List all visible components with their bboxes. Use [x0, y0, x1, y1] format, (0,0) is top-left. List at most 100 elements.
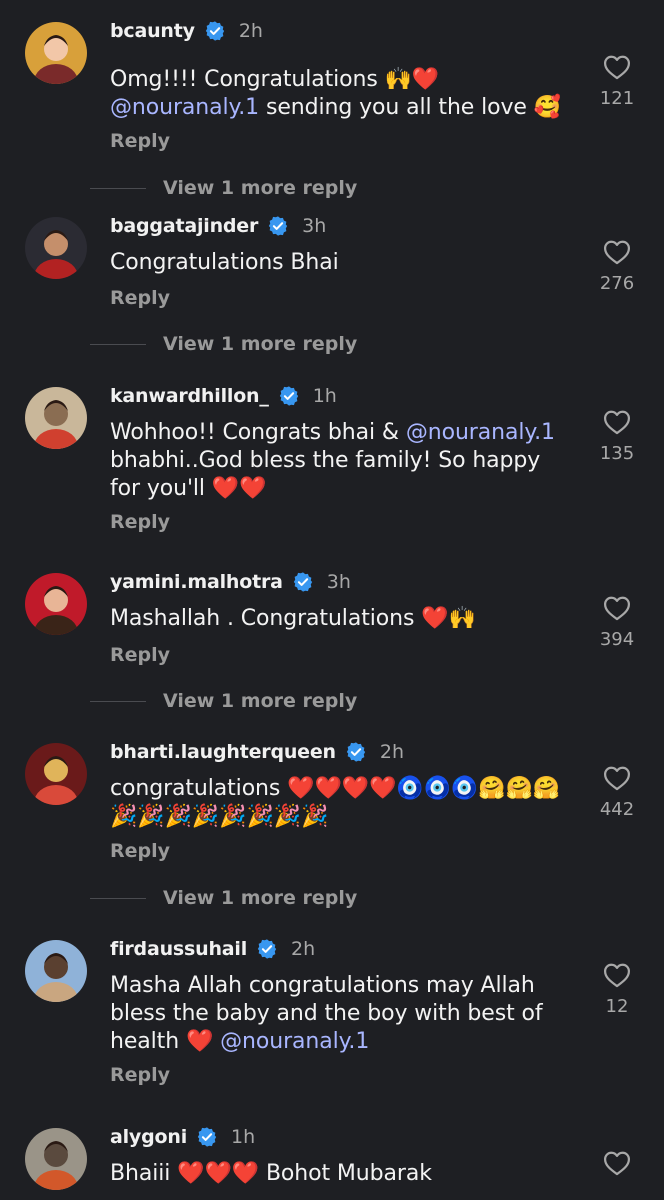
- comment-header: yamini.malhotra 3h: [110, 569, 351, 595]
- avatar[interactable]: [25, 743, 87, 805]
- username-link[interactable]: bharti.laughterqueen: [110, 741, 336, 763]
- avatar[interactable]: [25, 940, 87, 1002]
- reply-button[interactable]: Reply: [110, 130, 170, 152]
- comment-text-part: 🙌: [448, 606, 476, 631]
- avatar[interactable]: [25, 22, 87, 84]
- comment-text-part: bhabhi..God bless the family! So happy f…: [110, 448, 541, 501]
- view-more-replies-label: View 1 more reply: [163, 177, 358, 199]
- avatar[interactable]: [25, 217, 87, 279]
- comment-text: Omg!!!! Congratulations 🙌❤️@nouranaly.1 …: [110, 66, 572, 122]
- comment-text-part: Bohot Mubarak: [259, 1161, 432, 1186]
- username-link[interactable]: kanwardhillon_: [110, 385, 269, 407]
- thread-line: [90, 700, 146, 702]
- thread-line: [90, 343, 146, 345]
- view-more-replies-label: View 1 more reply: [163, 887, 358, 909]
- heart-emoji: ❤️: [411, 67, 440, 92]
- comment-header: baggatajinder 3h: [110, 213, 326, 239]
- username-link[interactable]: bcaunty: [110, 20, 195, 42]
- comment-header: alygoni 1h: [110, 1124, 255, 1150]
- verified-badge-icon: [204, 20, 226, 42]
- comment-time: 1h: [312, 385, 337, 407]
- reply-button[interactable]: Reply: [110, 511, 170, 533]
- comment-time: 2h: [291, 938, 316, 960]
- view-more-replies-button[interactable]: View 1 more reply: [90, 175, 357, 201]
- thread-line: [90, 187, 146, 189]
- comment-text: Congratulations Bhai: [110, 249, 572, 277]
- like-button[interactable]: 442: [594, 765, 640, 820]
- like-button[interactable]: 394: [594, 595, 640, 650]
- reply-button[interactable]: Reply: [110, 840, 170, 862]
- like-count: 12: [605, 996, 629, 1017]
- comment-text: congratulations ❤️❤️❤️❤️🧿🧿🧿🤗🤗🤗🎉🎉🎉🎉🎉🎉🎉🎉: [110, 775, 572, 831]
- comment-text-part: congratulations: [110, 776, 288, 801]
- like-count: 442: [599, 799, 635, 820]
- comment-header: kanwardhillon_ 1h: [110, 383, 337, 409]
- heart-emoji: ❤️❤️❤️❤️: [287, 776, 397, 801]
- heart-emoji: ❤️❤️: [211, 476, 267, 501]
- like-button[interactable]: 276: [594, 239, 640, 294]
- username-link[interactable]: alygoni: [110, 1126, 187, 1148]
- comment-time: 1h: [231, 1126, 256, 1148]
- heart-outline-icon: [603, 963, 631, 988]
- like-button[interactable]: 121: [594, 54, 640, 109]
- comment-time: 3h: [326, 571, 351, 593]
- like-count: 121: [599, 88, 635, 109]
- view-more-replies-label: View 1 more reply: [163, 690, 358, 712]
- heart-outline-icon: [603, 1151, 631, 1176]
- heart-outline-icon: [603, 55, 631, 80]
- verified-badge-icon: [256, 938, 278, 960]
- mention-link[interactable]: @nouranaly.1: [220, 1029, 369, 1054]
- view-more-replies-button[interactable]: View 1 more reply: [90, 885, 357, 911]
- comment-time: 2h: [238, 20, 263, 42]
- heart-outline-icon: [603, 410, 631, 435]
- view-more-replies-button[interactable]: View 1 more reply: [90, 688, 357, 714]
- comment-time: 3h: [302, 215, 327, 237]
- comment-text-part: Wohhoo!! Congrats bhai &: [110, 420, 406, 445]
- comment-text-part: sending you all the love 🥰: [259, 95, 562, 120]
- heart-outline-icon: [603, 766, 631, 791]
- verified-badge-icon: [292, 571, 314, 593]
- verified-badge-icon: [267, 215, 289, 237]
- comment-text: Bhaiii ❤️❤️❤️ Bohot Mubarak: [110, 1160, 572, 1188]
- like-button[interactable]: [594, 1150, 640, 1176]
- like-count: 135: [599, 443, 635, 464]
- username-link[interactable]: yamini.malhotra: [110, 571, 283, 593]
- username-link[interactable]: baggatajinder: [110, 215, 258, 237]
- verified-badge-icon: [278, 385, 300, 407]
- comment-header: bcaunty 2h: [110, 18, 263, 44]
- verified-badge-icon: [196, 1126, 218, 1148]
- heart-outline-icon: [603, 240, 631, 265]
- comment-text-part: Congratulations Bhai: [110, 250, 339, 275]
- username-link[interactable]: firdaussuhail: [110, 938, 247, 960]
- heart-emoji: ❤️: [185, 1029, 214, 1054]
- view-more-replies-button[interactable]: View 1 more reply: [90, 331, 357, 357]
- like-count: 394: [599, 629, 635, 650]
- mention-link[interactable]: @nouranaly.1: [110, 95, 259, 120]
- reply-button[interactable]: Reply: [110, 1064, 170, 1086]
- like-button[interactable]: 12: [594, 962, 640, 1017]
- avatar[interactable]: [25, 387, 87, 449]
- comment-text: Mashallah . Congratulations ❤️🙌: [110, 605, 572, 633]
- comment-header: firdaussuhail 2h: [110, 936, 315, 962]
- reply-button[interactable]: Reply: [110, 644, 170, 666]
- comment-text: Masha Allah congratulations may Allah bl…: [110, 972, 572, 1056]
- heart-emoji: ❤️: [421, 606, 449, 631]
- like-count: 276: [599, 273, 635, 294]
- comment-text: Wohhoo!! Congrats bhai & @nouranaly.1 bh…: [110, 419, 572, 503]
- mention-link[interactable]: @nouranaly.1: [406, 420, 555, 445]
- thread-line: [90, 897, 146, 899]
- comment-text-part: Bhaiii: [110, 1161, 178, 1186]
- heart-outline-icon: [603, 596, 631, 621]
- comment-text-part: Omg!!!! Congratulations 🙌: [110, 67, 412, 92]
- avatar[interactable]: [25, 1128, 87, 1190]
- view-more-replies-label: View 1 more reply: [163, 333, 358, 355]
- heart-emoji: ❤️❤️❤️: [177, 1161, 260, 1186]
- comments-feed: bcaunty 2h Omg!!!! Congratulations 🙌❤️@nou…: [0, 0, 664, 1200]
- verified-badge-icon: [345, 741, 367, 763]
- like-button[interactable]: 135: [594, 409, 640, 464]
- reply-button[interactable]: Reply: [110, 287, 170, 309]
- comment-time: 2h: [379, 741, 405, 763]
- comment-text-part: Mashallah . Congratulations: [110, 606, 422, 631]
- avatar[interactable]: [25, 573, 87, 635]
- comment-header: bharti.laughterqueen 2h: [110, 739, 404, 765]
